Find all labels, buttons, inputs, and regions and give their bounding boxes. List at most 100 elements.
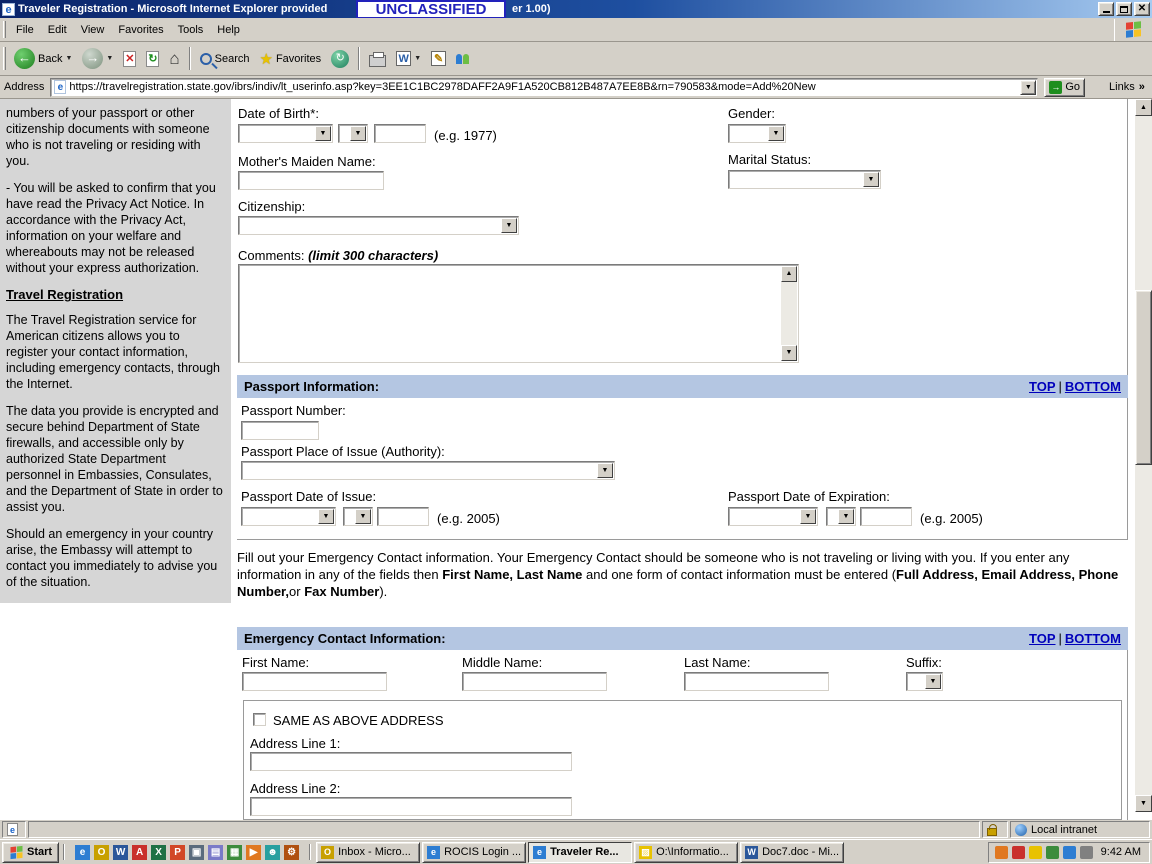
discuss-button[interactable]: ✎: [426, 44, 451, 74]
dob-hint: (e.g. 1977): [434, 128, 497, 143]
tools-icon[interactable]: ⚙: [284, 845, 299, 860]
security-pane: [982, 821, 1008, 838]
vertical-scrollbar[interactable]: ▲ ▼: [1135, 99, 1152, 812]
comments-textarea[interactable]: ▲ ▼: [238, 264, 799, 363]
top-link[interactable]: TOP: [1029, 631, 1056, 646]
back-icon: ←: [14, 48, 35, 69]
chevron-down-icon: ▼: [414, 55, 421, 62]
status-tray-icon[interactable]: [1029, 846, 1042, 859]
task-button-traveler[interactable]: e Traveler Re...: [528, 842, 632, 863]
ie-page-icon: e: [2, 3, 15, 16]
history-button[interactable]: ↻: [326, 44, 354, 74]
messenger-icon[interactable]: ☻: [265, 845, 280, 860]
volume-tray-icon[interactable]: [1080, 846, 1093, 859]
excel-icon[interactable]: X: [151, 845, 166, 860]
sidebar-paragraph: numbers of your passport or other citize…: [6, 105, 223, 169]
edit-with-word-button[interactable]: W ▼: [391, 44, 426, 74]
menu-help[interactable]: Help: [210, 20, 247, 40]
menu-tools[interactable]: Tools: [171, 20, 211, 40]
same-as-above-checkbox[interactable]: [253, 713, 266, 726]
textarea-scrollbar[interactable]: ▲ ▼: [781, 266, 797, 361]
stop-button[interactable]: ✕: [118, 44, 141, 74]
menu-file[interactable]: File: [9, 20, 41, 40]
favorites-button[interactable]: ★ Favorites: [254, 44, 326, 74]
citizenship-select[interactable]: ▼: [238, 216, 519, 235]
clock-tray-icon[interactable]: [995, 846, 1008, 859]
address-dropdown-button[interactable]: ▼: [1020, 80, 1036, 95]
ec-last-name-input[interactable]: [684, 672, 829, 691]
minimize-icon: [1103, 11, 1110, 13]
issue-year-input[interactable]: [377, 507, 429, 526]
address-input[interactable]: e https://travelregistration.state.gov/i…: [50, 78, 1038, 97]
messenger-button[interactable]: [451, 44, 474, 74]
passport-number-input[interactable]: [241, 421, 319, 440]
chevron-right-icon[interactable]: »: [1139, 81, 1145, 93]
refresh-button[interactable]: ↻: [141, 44, 164, 74]
scroll-down-icon[interactable]: ▼: [1135, 795, 1152, 812]
scroll-down-icon[interactable]: ▼: [781, 345, 797, 361]
scrollbar-thumb[interactable]: [1135, 290, 1152, 465]
sidebar-paragraph: The Travel Registration service for Amer…: [6, 312, 223, 392]
task-button-inbox[interactable]: O Inbox - Micro...: [316, 842, 420, 863]
ec-suffix-select[interactable]: ▼: [906, 672, 943, 691]
minimize-button[interactable]: [1098, 2, 1114, 16]
bottom-link[interactable]: BOTTOM: [1065, 631, 1121, 646]
expiration-month-select[interactable]: ▼: [728, 507, 818, 526]
home-button[interactable]: ⌂: [164, 44, 184, 74]
issue-day-select[interactable]: ▼: [343, 507, 373, 526]
gender-select[interactable]: ▼: [728, 124, 786, 143]
ie-window: e Traveler Registration - Microsoft Inte…: [0, 0, 1152, 864]
word-icon: W: [745, 846, 758, 859]
powerpoint-icon[interactable]: P: [170, 845, 185, 860]
ec-first-name-input[interactable]: [242, 672, 387, 691]
antivirus-tray-icon[interactable]: [1046, 846, 1059, 859]
word-icon[interactable]: W: [113, 845, 128, 860]
go-button[interactable]: → Go: [1044, 78, 1085, 97]
acrobat-icon[interactable]: A: [132, 845, 147, 860]
task-label: O:\Informatio...: [656, 846, 729, 858]
marital-status-select[interactable]: ▼: [728, 170, 881, 189]
toolbar-grip[interactable]: [3, 47, 6, 70]
links-label[interactable]: Links: [1109, 81, 1135, 93]
desktop-icon[interactable]: ▣: [189, 845, 204, 860]
display-tray-icon[interactable]: [1063, 846, 1076, 859]
passport-expiration-date-label: Passport Date of Expiration:: [728, 489, 890, 504]
task-button-doc7[interactable]: W Doc7.doc - Mi...: [740, 842, 844, 863]
toolbar-grip[interactable]: [3, 21, 6, 37]
print-button[interactable]: [364, 44, 391, 74]
ie-icon[interactable]: e: [75, 845, 90, 860]
media-player-icon[interactable]: ▶: [246, 845, 261, 860]
expiration-day-select[interactable]: ▼: [826, 507, 856, 526]
maximize-button[interactable]: [1116, 2, 1132, 16]
dob-month-select[interactable]: ▼: [238, 124, 333, 143]
maiden-name-input[interactable]: [238, 171, 384, 190]
ec-address2-input[interactable]: [250, 797, 572, 816]
scroll-up-icon[interactable]: ▲: [781, 266, 797, 282]
menu-favorites[interactable]: Favorites: [111, 20, 170, 40]
close-button[interactable]: ✕: [1134, 2, 1150, 16]
menu-edit[interactable]: Edit: [41, 20, 74, 40]
task-button-folder[interactable]: ▨ O:\Informatio...: [634, 842, 738, 863]
task-button-rocis[interactable]: e ROCIS Login ...: [422, 842, 526, 863]
expiration-year-input[interactable]: [860, 507, 912, 526]
passport-place-select[interactable]: ▼: [241, 461, 615, 480]
ec-middle-name-input[interactable]: [462, 672, 607, 691]
dob-day-select[interactable]: ▼: [338, 124, 368, 143]
ec-suffix-label: Suffix:: [906, 655, 942, 670]
forward-button[interactable]: → ▼: [77, 44, 118, 74]
outlook-icon[interactable]: O: [94, 845, 109, 860]
dob-year-input[interactable]: [374, 124, 426, 143]
bottom-link[interactable]: BOTTOM: [1065, 379, 1121, 394]
issue-month-select[interactable]: ▼: [241, 507, 336, 526]
top-link[interactable]: TOP: [1029, 379, 1056, 394]
ec-address1-input[interactable]: [250, 752, 572, 771]
notepad-icon[interactable]: ▤: [208, 845, 223, 860]
menu-view[interactable]: View: [74, 20, 112, 40]
calendar-icon[interactable]: ▦: [227, 845, 242, 860]
expiration-year-hint: (e.g. 2005): [920, 511, 983, 526]
alert-tray-icon[interactable]: [1012, 846, 1025, 859]
scroll-up-icon[interactable]: ▲: [1135, 99, 1152, 116]
back-button[interactable]: ← Back ▼: [9, 44, 77, 74]
search-button[interactable]: Search: [195, 44, 255, 74]
start-button[interactable]: Start: [2, 842, 59, 863]
